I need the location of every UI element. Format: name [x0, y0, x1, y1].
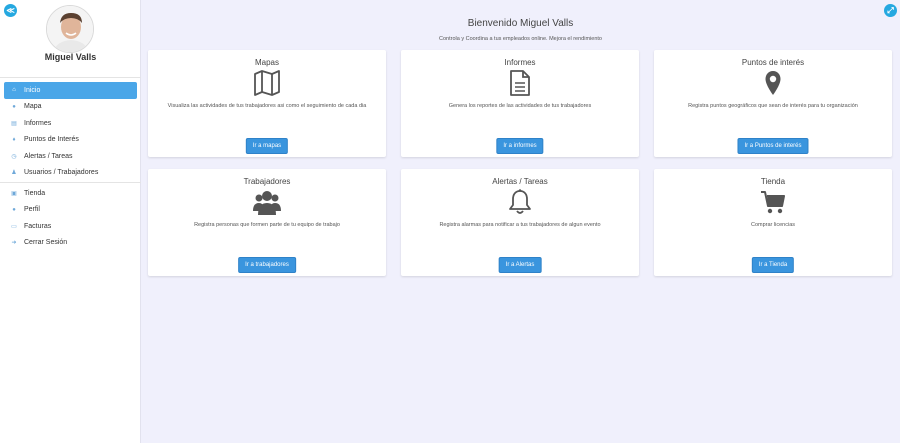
go-puntos-de-interes-button[interactable]: Ir a Puntos de interés	[737, 138, 809, 154]
card-title: Trabajadores	[243, 177, 291, 186]
card-alertas-tareas: Alertas / Tareas Registra alarmas para n…	[401, 169, 639, 276]
store-icon: ▣	[11, 190, 17, 197]
main-nav: ⌂ Inicio ● Mapa ▤ Informes ♦ Puntos de Inter…	[4, 82, 137, 181]
sidebar-item-label: Mapa	[24, 103, 42, 111]
card-informes: Informes Genera los reportes de las acti…	[401, 50, 639, 157]
divider	[0, 182, 141, 183]
sidebar-item-label: Puntos de Interés	[24, 136, 79, 144]
sidebar-item-label: Perfil	[24, 206, 40, 214]
sidebar-item-usuarios-trabajadores[interactable]: ♟ Usuarios / Trabajadores	[4, 165, 137, 182]
divider	[0, 77, 141, 78]
card-description: Comprar licencias	[750, 222, 795, 228]
sidebar-item-cerrar-sesion[interactable]: ➜ Cerrar Sesión	[4, 235, 137, 252]
page-title: Bienvenido Miguel Valls	[467, 18, 574, 29]
card-title: Mapas	[254, 58, 279, 67]
sidebar-item-facturas[interactable]: ▭ Facturas	[4, 218, 137, 235]
document-icon	[510, 70, 530, 96]
card-trabajadores: Trabajadores Registra personas que forme…	[148, 169, 386, 276]
go-alertas-button[interactable]: Ir a Alertas	[498, 257, 542, 273]
map-marker-icon	[765, 71, 781, 95]
card-description: Registra personas que formen parte de tu…	[194, 222, 340, 228]
sidebar-item-tienda[interactable]: ▣ Tienda	[4, 185, 137, 202]
card-mapas: Mapas Visualiza las actividades de tus t…	[148, 50, 386, 157]
sidebar-item-perfil[interactable]: ● Perfil	[4, 202, 137, 219]
card-title: Puntos de interés	[741, 58, 805, 67]
sidebar-item-inicio[interactable]: ⌂ Inicio	[4, 82, 137, 99]
user-icon: ●	[12, 206, 16, 213]
card-description: Registra alarmas para notificar a tus tr…	[439, 222, 601, 228]
invoice-icon: ▭	[11, 223, 17, 230]
secondary-nav: ▣ Tienda ● Perfil ▭ Facturas ➜ Cerrar Sesión	[4, 185, 137, 251]
bell-icon	[509, 189, 531, 214]
report-icon: ▤	[11, 120, 17, 127]
pin-icon: ♦	[12, 136, 16, 143]
collapse-sidebar-button[interactable]: ≪	[4, 4, 17, 17]
page-subtitle: Controla y Coordina a tus empleados onli…	[439, 36, 602, 42]
card-description: Genera los reportes de las actividades d…	[448, 103, 592, 109]
sidebar-item-label: Alertas / Tareas	[24, 152, 73, 160]
shopping-cart-icon	[761, 191, 785, 214]
sidebar-item-label: Facturas	[24, 222, 52, 230]
go-tienda-button[interactable]: Ir a Tienda	[751, 257, 795, 273]
go-trabajadores-button[interactable]: Ir a trabajadores	[238, 257, 296, 273]
sidebar-item-label: Cerrar Sesión	[24, 239, 68, 247]
go-informes-button[interactable]: Ir a informes	[496, 138, 544, 154]
sidebar-item-label: Usuarios / Trabajadores	[24, 169, 99, 177]
users-icon: ♟	[11, 170, 17, 177]
sidebar-item-puntos-de-interes[interactable]: ♦ Puntos de Interés	[4, 132, 137, 149]
sidebar-item-alertas-tareas[interactable]: ◷ Alertas / Tareas	[4, 148, 137, 165]
users-icon	[253, 191, 281, 215]
logout-icon: ➜	[11, 240, 17, 247]
user-name: Miguel Valls	[44, 52, 97, 62]
card-description: Registra puntos geográficos que sean de …	[688, 103, 858, 109]
card-tienda: Tienda Comprar licencias Ir a Tienda	[654, 169, 892, 276]
sidebar-item-mapa[interactable]: ● Mapa	[4, 99, 137, 116]
clock-icon: ◷	[11, 153, 17, 160]
sidebar-item-informes[interactable]: ▤ Informes	[4, 115, 137, 132]
sidebar-item-label: Inicio	[24, 86, 41, 94]
go-mapas-button[interactable]: Ir a mapas	[245, 138, 289, 154]
card-puntos-de-interes: Puntos de interés Registra puntos geográ…	[654, 50, 892, 157]
sidebar-item-label: Tienda	[24, 189, 46, 197]
home-icon: ⌂	[12, 87, 16, 94]
card-title: Alertas / Tareas	[492, 177, 548, 186]
avatar	[46, 5, 94, 53]
fullscreen-button[interactable]: ⤢	[884, 4, 897, 17]
map-icon	[254, 70, 280, 96]
card-title: Informes	[504, 58, 536, 67]
sidebar: ≪ Miguel Valls ⌂ Inicio ● Mapa ▤ Informes ♦…	[0, 0, 141, 443]
sidebar-item-label: Informes	[24, 119, 52, 127]
map-marker-icon: ●	[12, 103, 16, 110]
card-description: Visualiza las actividades de tus trabaja…	[167, 103, 367, 109]
card-title: Tienda	[760, 177, 786, 186]
